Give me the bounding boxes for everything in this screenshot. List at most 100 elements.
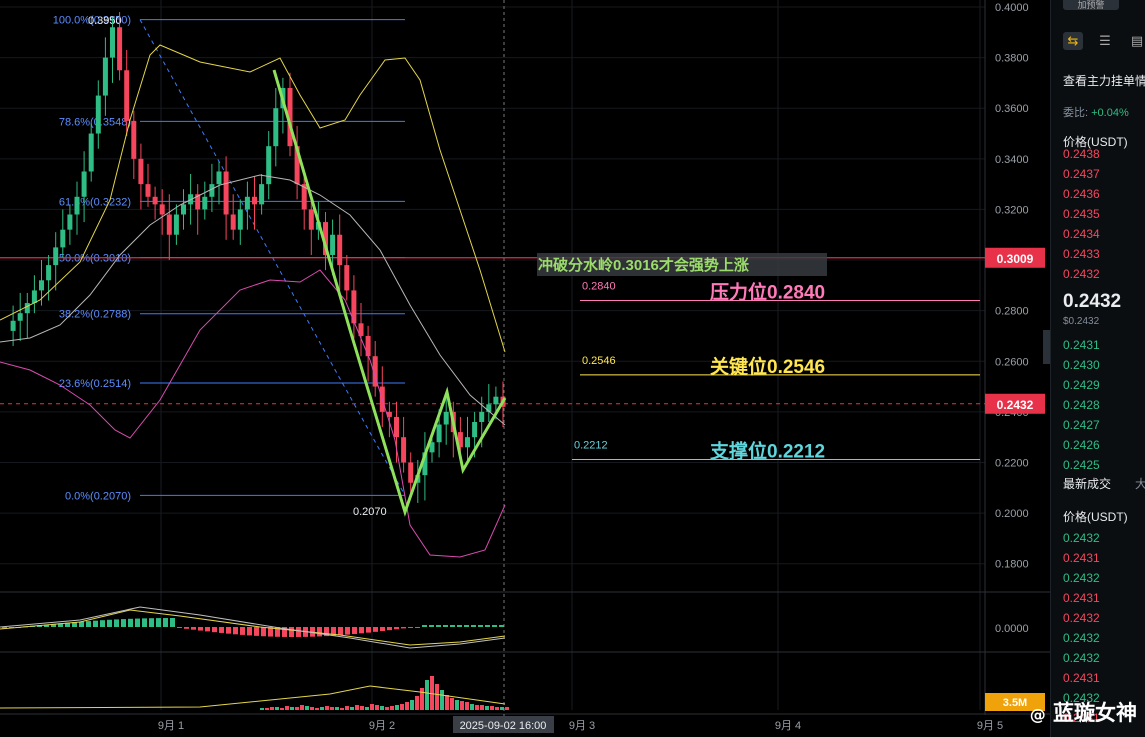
volume-bar — [505, 707, 509, 710]
macd-bar — [394, 627, 399, 630]
asks-row[interactable]: 0.2432 — [1063, 267, 1100, 281]
macd-bar — [464, 625, 469, 627]
macd-bar — [359, 627, 364, 634]
trades-row[interactable]: 0.2432 — [1063, 611, 1100, 625]
volume-bar — [445, 695, 449, 710]
asks-row[interactable]: 0.2437 — [1063, 167, 1100, 181]
macd-tick-label: 0.0000 — [995, 623, 1029, 635]
candle-body — [330, 234, 336, 255]
volume-bar — [460, 701, 464, 710]
macd-bar — [436, 625, 441, 627]
asks-row[interactable]: 0.2434 — [1063, 227, 1100, 241]
price-chart[interactable]: 0.40000.38000.36000.34000.32000.30000.28… — [0, 0, 1050, 737]
bids-row[interactable]: 0.2427 — [1063, 418, 1100, 432]
volume-bar — [415, 696, 419, 710]
volume-bar — [470, 704, 474, 710]
x-tick-label: 9月 2 — [369, 720, 395, 732]
macd-bar — [254, 627, 259, 636]
candle-body — [266, 146, 272, 185]
volume-bar — [290, 707, 294, 710]
add-alert-tab[interactable]: 加预警 — [1063, 0, 1119, 10]
macd-bar — [443, 625, 448, 627]
asks-row[interactable]: 0.2436 — [1063, 187, 1100, 201]
candle-body — [10, 320, 16, 331]
candle-body — [152, 196, 158, 205]
macd-bar — [156, 618, 161, 627]
mid-price: 0.2432 — [1063, 291, 1122, 312]
volume-ma — [0, 685, 506, 709]
trades-row[interactable]: 0.2431 — [1063, 671, 1100, 685]
volume-bar — [370, 704, 374, 710]
volume-bar — [480, 705, 484, 710]
volume-bar — [300, 705, 304, 710]
bids-row[interactable]: 0.2430 — [1063, 358, 1100, 372]
macd-bar — [240, 627, 245, 635]
volume-bar — [345, 706, 349, 710]
macd-bar — [471, 625, 476, 627]
macd-bar — [135, 618, 140, 627]
asks-row[interactable]: 0.2438 — [1063, 147, 1100, 161]
volume-bar — [355, 705, 359, 710]
macd-bar — [387, 627, 392, 631]
volume-bar — [310, 707, 314, 710]
level-small-label: 0.2840 — [582, 281, 616, 293]
candle-body — [88, 133, 94, 172]
y-tick-label: 0.1800 — [995, 559, 1029, 571]
level-annotation: 关键位0.2546 — [710, 355, 825, 378]
trades-row[interactable]: 0.2431 — [1063, 551, 1100, 565]
macd-bar — [317, 627, 322, 637]
volume-bar — [380, 706, 384, 710]
trades-row[interactable]: 0.2431 — [1063, 591, 1100, 605]
mid-price-usd: $0.2432 — [1063, 316, 1100, 327]
macd-bar — [450, 625, 455, 627]
candle-body — [67, 214, 73, 230]
candle-body — [493, 396, 499, 405]
at-icon: @ — [1029, 705, 1046, 724]
candle-body — [53, 247, 59, 266]
candle-body — [46, 265, 52, 281]
macd-line — [0, 606, 506, 649]
candle-body — [443, 411, 449, 425]
main-orders-link[interactable]: 查看主力挂单情 — [1063, 72, 1145, 89]
candle-body — [31, 290, 37, 304]
trades-price-header: 价格(USDT) — [1063, 510, 1128, 524]
asks-row[interactable]: 0.2433 — [1063, 247, 1100, 261]
book-list-icon[interactable]: ☰ — [1095, 32, 1115, 50]
trades-row[interactable]: 0.2432 — [1063, 571, 1100, 585]
bids-row[interactable]: 0.2429 — [1063, 378, 1100, 392]
bids-row[interactable]: 0.2431 — [1063, 338, 1100, 352]
trades-row[interactable]: 0.2432 — [1063, 651, 1100, 665]
candle-body — [74, 196, 80, 215]
volume-tag: 3.5M — [1003, 697, 1027, 709]
trades-row[interactable]: 0.2432 — [1063, 631, 1100, 645]
volume-bar — [395, 705, 399, 710]
book-both-icon[interactable]: ⇆ — [1063, 32, 1083, 50]
macd-bar — [373, 627, 378, 632]
panel-toggle — [1043, 330, 1050, 364]
candle-body — [145, 184, 151, 197]
volume-bar — [320, 707, 324, 710]
macd-bar — [247, 627, 252, 636]
macd-bar — [492, 625, 497, 627]
volume-bar — [420, 688, 424, 710]
bids-row[interactable]: 0.2426 — [1063, 438, 1100, 452]
asks-row[interactable]: 0.2435 — [1063, 207, 1100, 221]
bids-row[interactable]: 0.2425 — [1063, 458, 1100, 472]
candle-body — [17, 313, 23, 321]
macd-bar — [184, 627, 189, 629]
bids-row[interactable]: 0.2428 — [1063, 398, 1100, 412]
macd-bar — [121, 619, 126, 627]
volume-bar — [495, 707, 499, 710]
volume-bar — [425, 680, 429, 710]
macd-bar — [219, 627, 224, 633]
macd-bar — [205, 627, 210, 632]
x-tick-label: 9月 1 — [158, 720, 184, 732]
volume-bar — [500, 707, 504, 710]
volume-bar — [275, 707, 279, 710]
trades-row[interactable]: 0.2432 — [1063, 531, 1100, 545]
book-grid-icon[interactable]: ▤ — [1127, 32, 1145, 50]
trades-tab[interactable]: 最新成交 — [1063, 475, 1111, 492]
macd-bar — [296, 627, 301, 637]
trades-tab-large[interactable]: 大 — [1135, 475, 1145, 492]
candle-body — [344, 265, 350, 291]
